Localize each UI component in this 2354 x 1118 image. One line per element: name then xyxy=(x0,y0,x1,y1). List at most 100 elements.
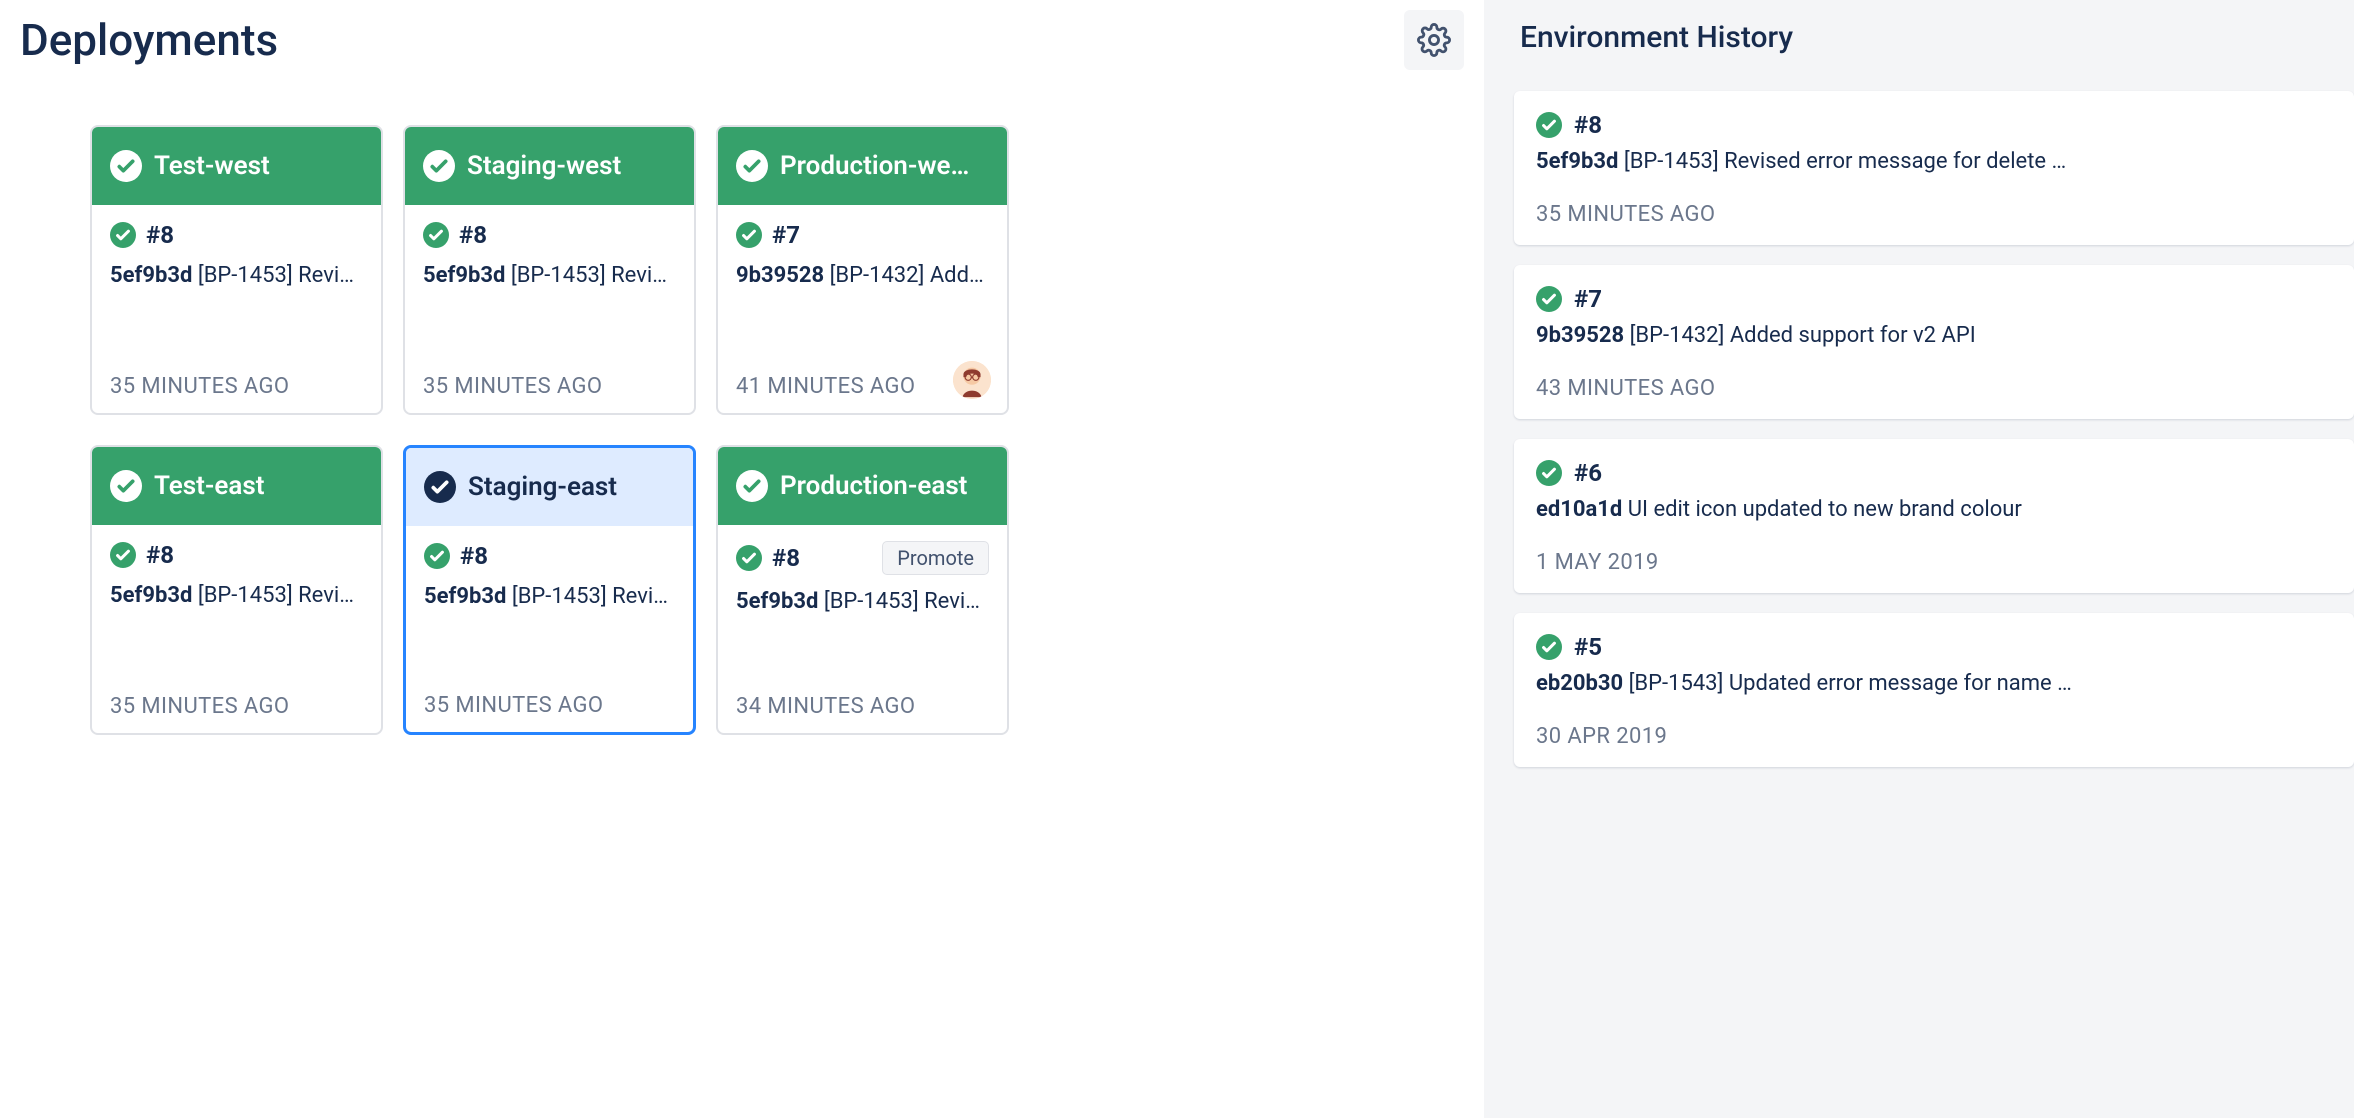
history-build-number[interactable]: #5 xyxy=(1574,633,1602,661)
check-circle-icon xyxy=(110,150,142,182)
env-header: Test-east xyxy=(92,447,381,525)
commit-line: 5ef9b3d [BP-1453] Revis… xyxy=(736,589,989,614)
history-item-top: #7 xyxy=(1536,285,2332,313)
history-panel: Environment History #85ef9b3d [BP-1453] … xyxy=(1484,0,2354,1118)
history-timestamp: 30 APR 2019 xyxy=(1536,724,2332,749)
build-row: #8 xyxy=(424,542,675,570)
card-timestamp: 35 MINUTES AGO xyxy=(423,374,676,399)
main-panel: Deployments Test-west #8 5ef9b3d [BP-1453]… xyxy=(0,0,1484,1118)
history-item-top: #8 xyxy=(1536,111,2332,139)
check-circle-icon xyxy=(736,150,768,182)
commit-line: 5ef9b3d [BP-1453] Revis… xyxy=(110,263,363,288)
history-commit-line: 9b39528 [BP-1432] Added support for v2 A… xyxy=(1536,323,2332,348)
status-success-icon xyxy=(736,222,762,248)
status-success-icon xyxy=(423,222,449,248)
env-name: Production-we… xyxy=(780,151,969,181)
status-success-icon xyxy=(110,222,136,248)
status-success-icon xyxy=(736,545,762,571)
build-number[interactable]: #8 xyxy=(772,544,800,572)
commit-hash[interactable]: eb20b30 xyxy=(1536,671,1623,696)
env-name: Test-east xyxy=(154,471,264,501)
commit-line: 5ef9b3d [BP-1453] Revis… xyxy=(424,584,675,609)
status-success-icon xyxy=(1536,634,1562,660)
commit-line: 9b39528 [BP-1432] Adde… xyxy=(736,263,989,288)
avatar[interactable] xyxy=(953,361,991,399)
commit-message: [BP-1453] Revis… xyxy=(198,263,363,288)
status-success-icon xyxy=(1536,112,1562,138)
build-row: #8 xyxy=(423,221,676,249)
commit-hash[interactable]: 9b39528 xyxy=(736,263,824,288)
history-title: Environment History xyxy=(1520,20,2354,55)
history-item-top: #5 xyxy=(1536,633,2332,661)
commit-hash[interactable]: 5ef9b3d xyxy=(423,263,505,288)
commit-hash[interactable]: 5ef9b3d xyxy=(1536,149,1618,174)
card-timestamp: 35 MINUTES AGO xyxy=(110,374,363,399)
build-number[interactable]: #8 xyxy=(146,221,174,249)
build-row: #8 xyxy=(110,221,363,249)
history-timestamp: 1 MAY 2019 xyxy=(1536,550,2332,575)
env-card-staging-west[interactable]: Staging-west #8 5ef9b3d [BP-1453] Revis… 35… xyxy=(403,125,696,415)
commit-hash[interactable]: 5ef9b3d xyxy=(110,583,192,608)
env-header: Test-west xyxy=(92,127,381,205)
history-item[interactable]: #6 ed10a1d UI edit icon updated to new br… xyxy=(1514,439,2354,593)
status-success-icon xyxy=(1536,460,1562,486)
check-circle-icon xyxy=(736,470,768,502)
env-header: Production-we… xyxy=(718,127,1007,205)
env-name: Test-west xyxy=(154,151,270,181)
status-success-icon xyxy=(110,542,136,568)
history-build-number[interactable]: #8 xyxy=(1574,111,1602,139)
commit-line: 5ef9b3d [BP-1453] Revis… xyxy=(110,583,363,608)
build-number[interactable]: #7 xyxy=(772,221,800,249)
commit-message: [BP-1432] Added support for v2 API xyxy=(1630,323,1976,348)
build-row: #8 xyxy=(110,541,363,569)
check-circle-icon xyxy=(423,150,455,182)
commit-message: [BP-1432] Adde… xyxy=(830,263,989,288)
page-title: Deployments xyxy=(20,14,278,66)
history-commit-line: ed10a1d UI edit icon updated to new bran… xyxy=(1536,497,2332,522)
commit-message: [BP-1453] Revis… xyxy=(511,263,676,288)
card-timestamp: 34 MINUTES AGO xyxy=(736,694,989,719)
history-item[interactable]: #7 9b39528 [BP-1432] Added support for v2… xyxy=(1514,265,2354,419)
env-name: Production-east xyxy=(780,471,967,501)
title-row: Deployments xyxy=(20,10,1464,70)
history-list: #85ef9b3d [BP-1453] Revised error messag… xyxy=(1514,91,2354,787)
env-header: Production-east xyxy=(718,447,1007,525)
commit-hash[interactable]: 5ef9b3d xyxy=(424,584,506,609)
env-card-production-east[interactable]: Production-east #8 Promote 5ef9b3d [BP-1453… xyxy=(716,445,1009,735)
env-card-production-west[interactable]: Production-we… #7 9b39528 [BP-1432] Adde… 4… xyxy=(716,125,1009,415)
env-card-test-east[interactable]: Test-east #8 5ef9b3d [BP-1453] Revis… 35 MI… xyxy=(90,445,383,735)
env-header: Staging-west xyxy=(405,127,694,205)
history-item[interactable]: #85ef9b3d [BP-1453] Revised error messag… xyxy=(1514,91,2354,245)
build-number[interactable]: #8 xyxy=(459,221,487,249)
env-body: #8 Promote 5ef9b3d [BP-1453] Revis… 34 MINU… xyxy=(718,525,1007,733)
promote-button[interactable]: Promote xyxy=(882,541,989,575)
card-timestamp: 41 MINUTES AGO xyxy=(736,374,989,399)
commit-hash[interactable]: 5ef9b3d xyxy=(110,263,192,288)
env-body: #8 5ef9b3d [BP-1453] Revis… 35 MINUTES AGO xyxy=(406,526,693,732)
status-success-icon xyxy=(1536,286,1562,312)
history-build-number[interactable]: #7 xyxy=(1574,285,1602,313)
commit-hash[interactable]: ed10a1d xyxy=(1536,497,1622,522)
history-timestamp: 35 MINUTES AGO xyxy=(1536,202,2332,227)
commit-message: [BP-1453] Revis… xyxy=(512,584,675,609)
history-build-number[interactable]: #6 xyxy=(1574,459,1602,487)
env-name: Staging-west xyxy=(467,151,621,181)
build-number[interactable]: #8 xyxy=(146,541,174,569)
env-card-staging-east[interactable]: Staging-east #8 5ef9b3d [BP-1453] Revis… 35… xyxy=(403,445,696,735)
commit-message: [BP-1543] Updated error message for name… xyxy=(1629,671,2072,696)
history-item[interactable]: #5 eb20b30 [BP-1543] Updated error messag… xyxy=(1514,613,2354,767)
env-header: Staging-east xyxy=(406,448,693,526)
env-body: #8 5ef9b3d [BP-1453] Revis… 35 MINUTES AGO xyxy=(92,525,381,733)
env-card-test-west[interactable]: Test-west #8 5ef9b3d [BP-1453] Revis… 35 MI… xyxy=(90,125,383,415)
build-row: #8 Promote xyxy=(736,541,989,575)
card-timestamp: 35 MINUTES AGO xyxy=(424,693,675,718)
history-timestamp: 43 MINUTES AGO xyxy=(1536,376,2332,401)
settings-button[interactable] xyxy=(1404,10,1464,70)
env-body: #7 9b39528 [BP-1432] Adde… 41 MINUTES AGO xyxy=(718,205,1007,413)
card-timestamp: 35 MINUTES AGO xyxy=(110,694,363,719)
history-item-top: #6 xyxy=(1536,459,2332,487)
commit-hash[interactable]: 5ef9b3d xyxy=(736,589,818,614)
commit-hash[interactable]: 9b39528 xyxy=(1536,323,1624,348)
build-number[interactable]: #8 xyxy=(460,542,488,570)
commit-message: [BP-1453] Revis… xyxy=(824,589,989,614)
